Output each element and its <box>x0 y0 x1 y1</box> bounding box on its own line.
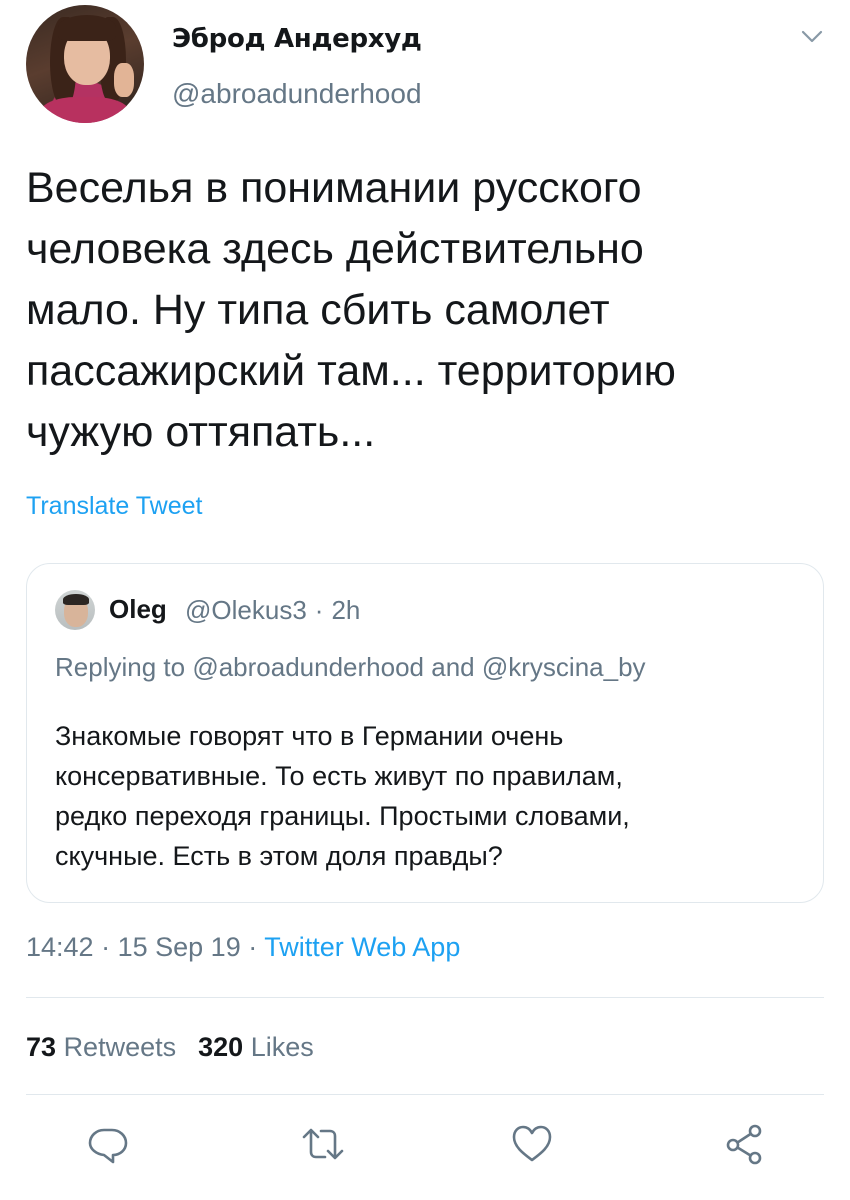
likes-label: Likes <box>250 1032 314 1062</box>
separator: · <box>314 595 324 625</box>
translate-tweet-link[interactable]: Translate Tweet <box>26 492 202 521</box>
reply-icon[interactable] <box>86 1122 130 1166</box>
author-display-name[interactable]: Эброд Андерхуд <box>172 24 422 54</box>
reply-and: and <box>431 652 475 682</box>
divider <box>26 997 824 998</box>
separator: · <box>248 932 258 962</box>
quoted-author-handle[interactable]: @Olekus3 <box>185 595 307 625</box>
divider <box>26 1094 824 1095</box>
heart-icon[interactable] <box>510 1122 554 1166</box>
tweet-stats: 73 Retweets 320 Likes <box>26 1032 314 1063</box>
quoted-author-avatar[interactable] <box>55 590 95 630</box>
likes-count: 320 <box>198 1032 244 1062</box>
quoted-author-name[interactable]: Oleg <box>109 594 167 625</box>
separator: · <box>101 932 111 962</box>
reply-mention-1[interactable]: @abroadunderhood <box>192 652 424 682</box>
quoted-tweet-text: Знакомые говорят что в Германии очень ко… <box>55 721 630 871</box>
quoted-tweet[interactable]: Oleg @Olekus3 · 2h Replying to @abroadunde… <box>26 563 824 903</box>
retweets-label: Retweets <box>63 1032 177 1062</box>
retweets-stat[interactable]: 73 Retweets <box>26 1032 176 1062</box>
tweet-meta: 14:42 · 15 Sep 19 · Twitter Web App <box>26 932 460 963</box>
reply-mention-2[interactable]: @kryscina_by <box>482 652 646 682</box>
chevron-down-icon[interactable] <box>800 28 824 46</box>
share-icon[interactable] <box>722 1122 766 1166</box>
quoted-author-meta: @Olekus3 · 2h <box>185 595 360 626</box>
replying-to: Replying to @abroadunderhood and @krysci… <box>55 652 646 683</box>
author-avatar[interactable] <box>26 5 144 123</box>
tweet-text: Веселья в понимании русского человека зд… <box>26 164 676 456</box>
author-handle[interactable]: @abroadunderhood <box>172 78 422 110</box>
tweet-time: 14:42 <box>26 932 94 962</box>
retweets-count: 73 <box>26 1032 57 1062</box>
retweet-icon[interactable] <box>301 1122 345 1166</box>
tweet-client-link[interactable]: Twitter Web App <box>264 932 460 962</box>
tweet-detail: Эброд Андерхуд @abroadunderhood Веселья … <box>0 0 850 1200</box>
tweet-date: 15 Sep 19 <box>117 932 241 962</box>
quoted-tweet-time: 2h <box>331 595 361 625</box>
likes-stat[interactable]: 320 Likes <box>198 1032 314 1062</box>
replying-to-prefix: Replying to <box>55 652 186 682</box>
